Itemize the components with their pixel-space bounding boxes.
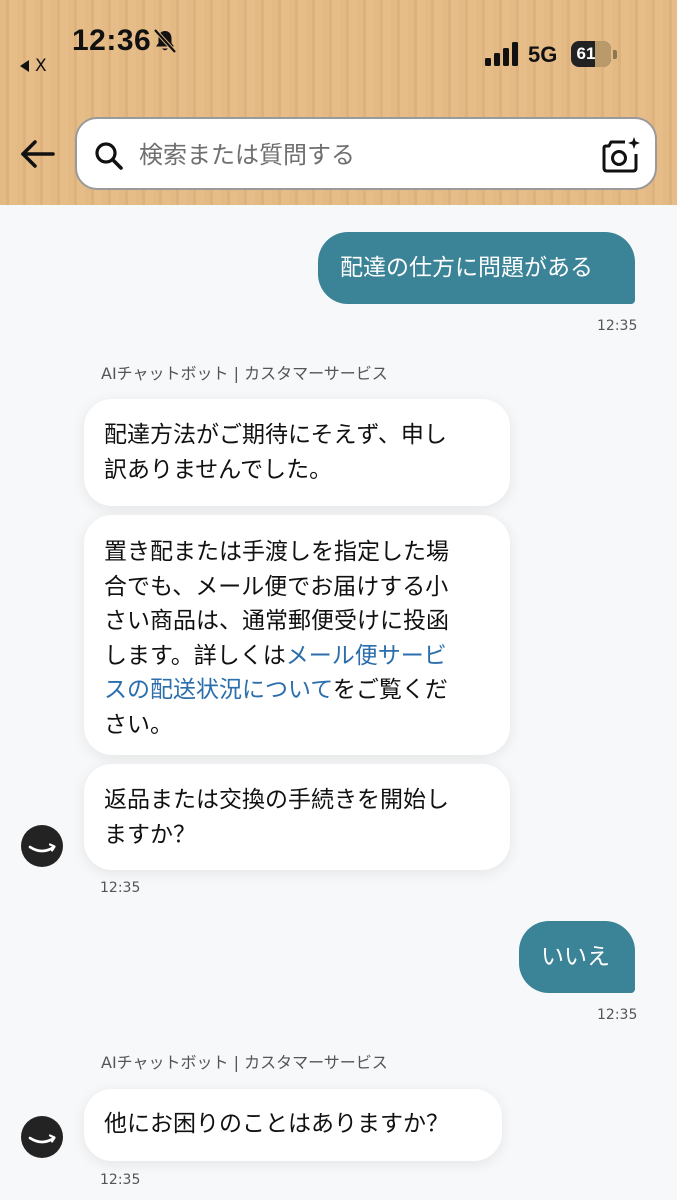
back-arrow-icon[interactable] (18, 134, 58, 174)
amazon-bot-avatar-icon (21, 825, 63, 867)
bell-off-icon (153, 28, 177, 54)
bot-message-bubble: 他にお困りのことはありますか？ (84, 1089, 502, 1161)
message-timestamp: 12:35 (100, 1172, 141, 1188)
bot-message-line: 配達方法がご期待にそえず、申し (104, 422, 447, 448)
back-to-app-link[interactable]: X (20, 56, 47, 76)
search-bar[interactable] (75, 117, 657, 190)
bot-sender-label: AIチャットボット | カスタマーサービス (101, 1053, 388, 1072)
app-header: 12:36 X 5G 61 (0, 0, 677, 205)
bot-message-line: さい商品は、通常郵便受けに投函 (104, 608, 449, 634)
user-message-bubble: いいえ (519, 921, 635, 993)
bot-message-bubble: 配達方法がご期待にそえず、申し 訳ありませんでした。 (84, 399, 510, 506)
camera-sparkle-icon[interactable] (601, 136, 641, 174)
battery-icon: 61 (571, 41, 611, 67)
bot-sender-label: AIチャットボット | カスタマーサービス (101, 364, 388, 383)
battery-cap (613, 50, 617, 59)
status-time: 12:36 (72, 24, 152, 57)
message-timestamp: 12:35 (597, 1007, 638, 1023)
signal-icon (485, 42, 518, 66)
bot-message-line: さい。 (104, 711, 173, 738)
search-input[interactable] (139, 137, 579, 173)
bot-message-line: 置き配または手渡しを指定した場 (104, 539, 449, 565)
battery-percent: 61 (576, 44, 596, 63)
back-triangle-icon (20, 60, 29, 72)
bot-message-line: 返品または交換の手続きを開始し (104, 787, 449, 813)
amazon-bot-avatar-icon (21, 1116, 63, 1158)
bot-message-bubble: 返品または交換の手続きを開始し ますか？ (84, 764, 510, 870)
bot-message-line: します。詳しくはメール便サービ (104, 639, 490, 674)
bot-message-line: 他にお困りのことはありますか？ (104, 1111, 449, 1137)
bot-message-line: 合でも、メール便でお届けする小 (104, 573, 449, 600)
message-timestamp: 12:35 (100, 880, 141, 896)
search-icon (95, 142, 123, 170)
bot-message-line: ますか？ (104, 821, 196, 848)
bot-message-text: をご覧くだ (332, 677, 448, 703)
bot-message-line: スの配送状況についてをご覧くだ (104, 673, 490, 708)
user-message-text: いいえ (541, 944, 610, 970)
message-timestamp: 12:35 (597, 318, 638, 334)
mail-service-link[interactable]: スの配送状況について (104, 677, 333, 703)
mail-service-link[interactable]: メール便サービ (286, 643, 447, 669)
bot-message-line: 訳ありませんでした。 (104, 456, 333, 483)
user-message-bubble: 配達の仕方に問題がある (318, 232, 635, 304)
back-to-app-label: X (35, 56, 47, 76)
chat-area[interactable]: 配達の仕方に問題がある 12:35 AIチャットボット | カスタマーサービス … (0, 205, 677, 1200)
network-label: 5G (528, 42, 558, 67)
bot-message-bubble: 置き配または手渡しを指定した場 合でも、メール便でお届けする小 さい商品は、通常… (84, 515, 510, 755)
bot-message-text: します。詳しくは (104, 642, 286, 669)
user-message-text: 配達の仕方に問題がある (340, 255, 593, 281)
